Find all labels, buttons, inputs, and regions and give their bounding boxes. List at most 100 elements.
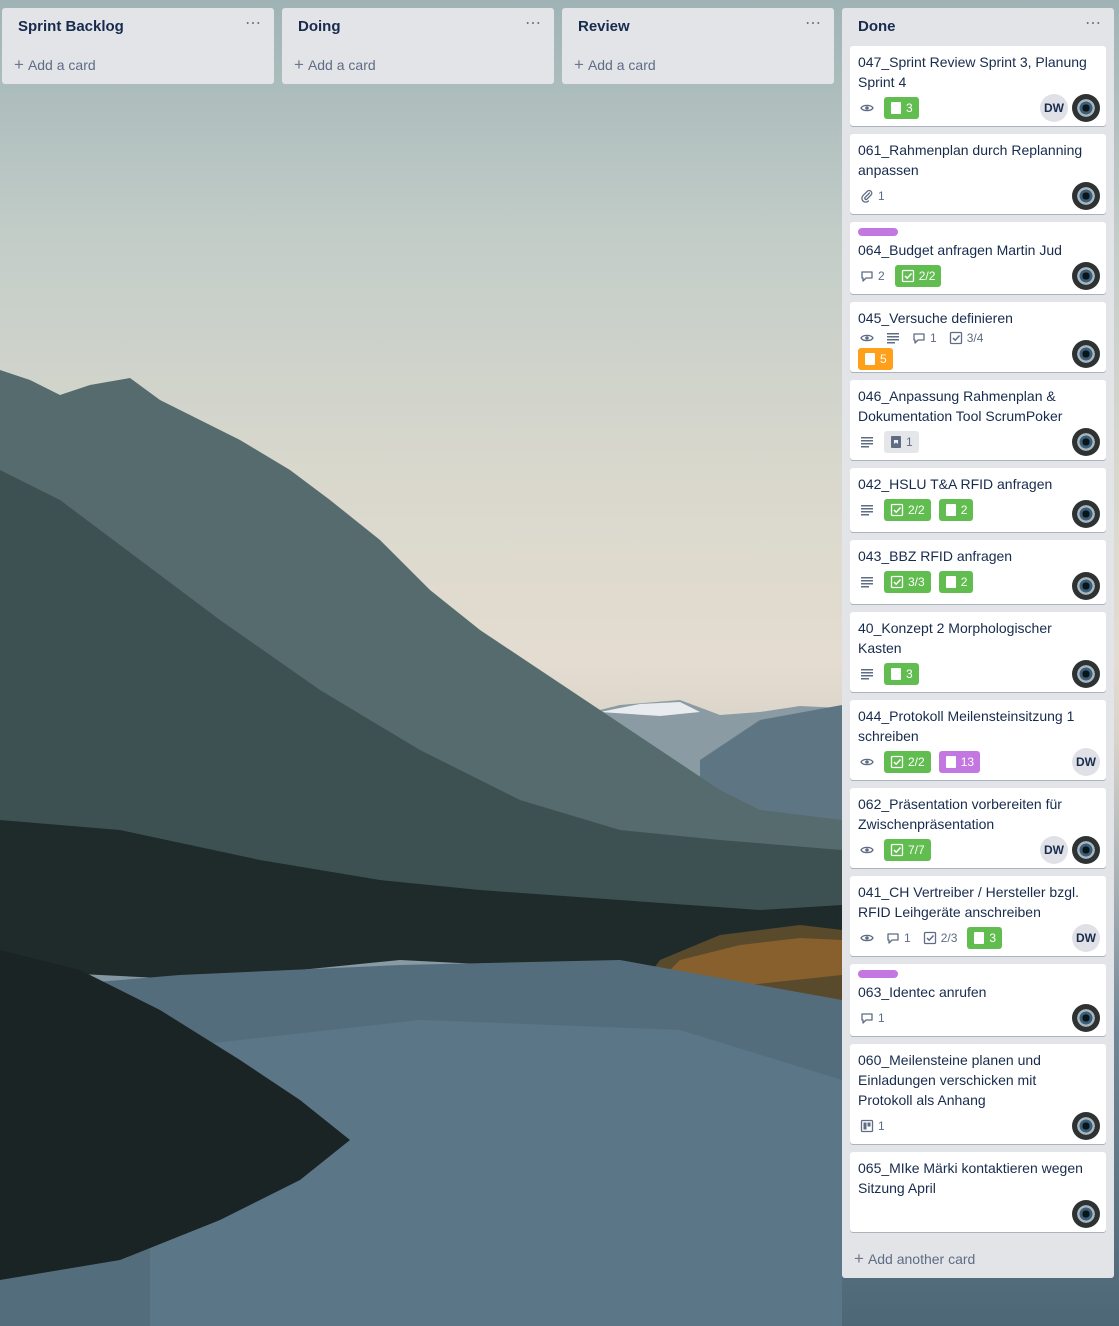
comment-icon bbox=[912, 331, 926, 345]
badge-count: 7/7 bbox=[908, 843, 925, 857]
card[interactable]: 061_Rahmenplan durch Replanning anpassen… bbox=[850, 134, 1106, 214]
card[interactable]: 065_MIke Märki kontaktieren wegen Sitzun… bbox=[850, 1152, 1106, 1232]
card-members bbox=[1068, 1112, 1100, 1140]
badge-points: 3 bbox=[884, 663, 919, 685]
avatar-photo[interactable] bbox=[1072, 262, 1100, 290]
card-members bbox=[1068, 500, 1100, 528]
badge-points: 5 bbox=[858, 348, 893, 370]
list-title[interactable]: Review bbox=[578, 18, 818, 35]
avatar-photo[interactable] bbox=[1072, 1112, 1100, 1140]
list-header: Doing ⋯ bbox=[282, 8, 554, 46]
list-header: Review ⋯ bbox=[562, 8, 834, 46]
badge-checklist: 3/3 bbox=[884, 571, 931, 593]
eye-icon bbox=[860, 101, 874, 115]
add-card-button[interactable]: + Add a card bbox=[282, 46, 554, 84]
add-card-button[interactable]: + Add a card bbox=[2, 46, 274, 84]
badge-count: 3 bbox=[989, 931, 997, 945]
card[interactable]: 046_Anpassung Rahmenplan & Dokumentation… bbox=[850, 380, 1106, 460]
checkbox-icon bbox=[901, 269, 915, 283]
badge-comments: 1 bbox=[858, 1008, 887, 1028]
list-header: Done ⋯ bbox=[842, 8, 1114, 46]
add-card-label: Add a card bbox=[27, 57, 96, 73]
avatar-photo[interactable] bbox=[1072, 572, 1100, 600]
badge-checklist: 7/7 bbox=[884, 839, 931, 861]
avatar-photo[interactable] bbox=[1072, 660, 1100, 688]
trello-board-icon bbox=[860, 1119, 874, 1133]
avatar[interactable]: DW bbox=[1040, 836, 1068, 864]
badge-watch bbox=[858, 752, 876, 772]
card[interactable]: 062_Präsentation vorbereiten für Zwische… bbox=[850, 788, 1106, 868]
plus-icon: + bbox=[854, 1249, 864, 1268]
badge-count: 3 bbox=[906, 667, 913, 681]
eye-icon bbox=[860, 331, 874, 345]
avatar-photo[interactable] bbox=[1072, 836, 1100, 864]
badge-count: 2 bbox=[960, 503, 968, 517]
description-icon bbox=[886, 331, 900, 345]
card-title: 063_Identec anrufen bbox=[858, 984, 987, 1000]
card-badges: 1 bbox=[858, 1002, 1098, 1034]
card-badges: 2/2 13 bbox=[858, 746, 1098, 778]
avatar[interactable]: DW bbox=[1072, 924, 1100, 952]
card[interactable]: 064_Budget anfragen Martin Jud 2 2/2 bbox=[850, 222, 1106, 294]
list-title[interactable]: Doing bbox=[298, 18, 538, 35]
card-title: 061_Rahmenplan durch Replanning anpassen bbox=[858, 142, 1083, 178]
badge-points: 13 bbox=[938, 751, 981, 773]
card-members bbox=[1068, 1004, 1100, 1032]
avatar-photo[interactable] bbox=[1072, 340, 1100, 368]
avatar-photo[interactable] bbox=[1072, 1004, 1100, 1032]
eye-icon bbox=[860, 755, 874, 769]
card[interactable]: 045_Versuche definieren 1 3/4 5 bbox=[850, 302, 1106, 372]
card-label[interactable] bbox=[858, 228, 898, 236]
card-title: 042_HSLU T&A RFID anfragen bbox=[858, 476, 1053, 492]
card-icon bbox=[973, 931, 985, 945]
badge-count: 1 bbox=[878, 189, 885, 203]
avatar[interactable]: DW bbox=[1072, 748, 1100, 776]
card-members bbox=[1068, 660, 1100, 688]
badge-watch bbox=[858, 328, 876, 348]
card-badges: 1 bbox=[858, 426, 1098, 458]
list-title[interactable]: Done bbox=[858, 18, 1098, 35]
avatar-photo[interactable] bbox=[1072, 94, 1100, 122]
avatar-photo[interactable] bbox=[1072, 1200, 1100, 1228]
card-badges: 1 bbox=[858, 180, 1098, 212]
card[interactable]: 060_Meilensteine planen und Einladungen … bbox=[850, 1044, 1106, 1144]
list-title[interactable]: Sprint Backlog bbox=[18, 18, 258, 35]
avatar-photo[interactable] bbox=[1072, 428, 1100, 456]
card-badges: 3 bbox=[858, 658, 1098, 690]
add-another-card-button[interactable]: + Add another card bbox=[842, 1240, 1114, 1278]
ellipsis-icon[interactable]: ⋯ bbox=[525, 14, 542, 34]
badge-count: 2/3 bbox=[940, 931, 958, 945]
badge-points: 1 bbox=[884, 431, 919, 453]
card-members bbox=[1068, 262, 1100, 290]
ellipsis-icon[interactable]: ⋯ bbox=[245, 14, 262, 34]
avatar[interactable]: DW bbox=[1040, 94, 1068, 122]
description-icon bbox=[860, 575, 874, 589]
card[interactable]: 044_Protokoll Meilensteinsitzung 1 schre… bbox=[850, 700, 1106, 780]
ellipsis-icon[interactable]: ⋯ bbox=[1085, 14, 1102, 34]
card-icon bbox=[890, 667, 902, 681]
card[interactable]: 063_Identec anrufen 1 bbox=[850, 964, 1106, 1036]
description-icon bbox=[860, 503, 874, 517]
card[interactable]: 043_BBZ RFID anfragen 3/3 2 bbox=[850, 540, 1106, 604]
avatar-photo[interactable] bbox=[1072, 182, 1100, 210]
card[interactable]: 041_CH Vertreiber / Hersteller bzgl. RFI… bbox=[850, 876, 1106, 956]
add-card-button[interactable]: + Add a card bbox=[562, 46, 834, 84]
list-done: Done ⋯ 047_Sprint Review Sprint 3, Planu… bbox=[842, 8, 1114, 1278]
badge-count: 1 bbox=[878, 1011, 885, 1025]
card[interactable]: 042_HSLU T&A RFID anfragen 2/2 2 bbox=[850, 468, 1106, 532]
badge-count: 1 bbox=[878, 1119, 885, 1133]
comment-icon bbox=[860, 1011, 874, 1025]
avatar-photo[interactable] bbox=[1072, 500, 1100, 528]
card-members: DW bbox=[1036, 94, 1100, 122]
badge-count: 5 bbox=[880, 352, 887, 366]
card[interactable]: 047_Sprint Review Sprint 3, Planung Spri… bbox=[850, 46, 1106, 126]
badge-attachment: 1 bbox=[858, 186, 887, 206]
ellipsis-icon[interactable]: ⋯ bbox=[805, 14, 822, 34]
card[interactable]: 40_Konzept 2 Morphologischer Kasten 3 bbox=[850, 612, 1106, 692]
comment-icon bbox=[886, 931, 900, 945]
description-icon bbox=[860, 667, 874, 681]
list-sprint-backlog: Sprint Backlog ⋯ + Add a card bbox=[2, 8, 274, 84]
card-label[interactable] bbox=[858, 970, 898, 978]
checkbox-icon bbox=[923, 931, 937, 945]
checkbox-icon bbox=[890, 575, 904, 589]
